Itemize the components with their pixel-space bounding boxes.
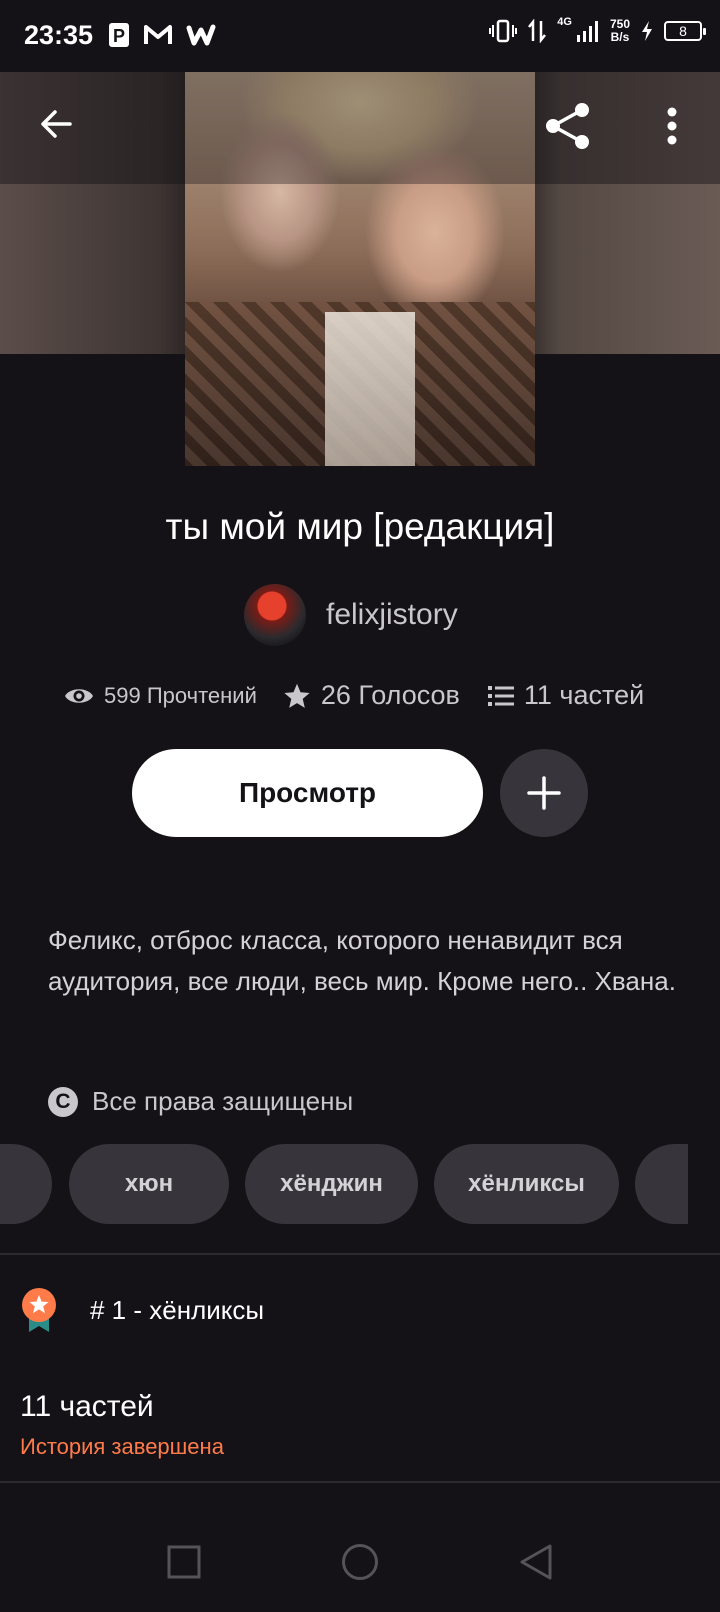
data-transfer-icon bbox=[528, 19, 547, 43]
tag-chip-partial[interactable] bbox=[0, 1144, 52, 1224]
parts-stat: 11 частей bbox=[487, 680, 645, 711]
status-bar: 23:35 P 4G 750 B/s 8 bbox=[0, 0, 720, 72]
system-nav-bar bbox=[0, 1512, 720, 1612]
network-speed-unit: B/s bbox=[610, 30, 630, 44]
read-button[interactable]: Просмотр bbox=[132, 749, 483, 837]
votes-count: 26 Голосов bbox=[320, 680, 460, 710]
recents-icon[interactable] bbox=[167, 1545, 201, 1579]
parking-icon: P bbox=[109, 23, 129, 47]
parts-count: 11 частей bbox=[523, 680, 645, 710]
tag-chip[interactable]: хюн bbox=[69, 1144, 229, 1224]
more-options-button[interactable] bbox=[646, 98, 698, 154]
author-name[interactable]: felixjistory bbox=[326, 598, 458, 632]
reads-count: 599 Прочтений bbox=[104, 682, 257, 708]
network-speed: 750 B/s bbox=[610, 18, 630, 44]
ranking-text: # 1 - хёнликсы bbox=[90, 1294, 265, 1325]
story-stats: 599 Прочтений 26 Голосов 11 частей bbox=[64, 680, 664, 711]
charging-icon bbox=[642, 21, 652, 41]
story-title: ты мой мир [редакция] bbox=[165, 506, 555, 547]
copyright-text: Все права защищены bbox=[92, 1086, 354, 1116]
status-time: 23:35 bbox=[24, 20, 94, 50]
share-icon bbox=[546, 103, 589, 149]
divider bbox=[0, 1481, 720, 1483]
tag-chip[interactable]: хёнджин bbox=[245, 1144, 418, 1224]
more-vertical-icon bbox=[667, 107, 677, 145]
tag-chip-partial[interactable] bbox=[635, 1144, 688, 1224]
vibrate-icon bbox=[489, 19, 518, 43]
story-description: Феликс, отброс класса, которого ненавиди… bbox=[48, 925, 676, 996]
gmail-icon bbox=[144, 25, 172, 44]
tag-chip[interactable]: хёнликсы bbox=[434, 1144, 619, 1224]
copyright-row: C Все права защищены bbox=[48, 1086, 353, 1117]
back-button[interactable] bbox=[30, 98, 82, 150]
story-status: История завершена bbox=[20, 1434, 224, 1459]
plus-icon bbox=[527, 776, 561, 810]
ranking-badge-icon bbox=[22, 1288, 56, 1332]
arrow-left-icon bbox=[41, 110, 72, 138]
author-link[interactable]: felixjistory bbox=[244, 584, 458, 646]
back-nav-icon[interactable] bbox=[519, 1543, 553, 1581]
reads-stat: 599 Прочтений bbox=[64, 683, 257, 709]
tag-list[interactable]: хюн хёнджин хёнликсы bbox=[0, 1144, 688, 1224]
status-indicators: 4G 750 B/s 8 bbox=[489, 16, 706, 44]
star-icon bbox=[284, 683, 310, 708]
author-avatar[interactable] bbox=[244, 584, 306, 646]
ranking-row[interactable]: # 1 - хёнликсы bbox=[20, 1286, 264, 1334]
add-to-library-button[interactable] bbox=[500, 749, 588, 837]
battery-indicator: 8 bbox=[664, 21, 706, 41]
cover-header-shade bbox=[185, 72, 535, 184]
network-type: 4G bbox=[557, 16, 572, 28]
eye-icon bbox=[65, 688, 93, 703]
copyright-icon: C bbox=[48, 1086, 78, 1117]
divider bbox=[0, 1253, 720, 1255]
wattpad-icon bbox=[186, 24, 216, 46]
parts-count-title[interactable]: 11 частей bbox=[20, 1390, 154, 1424]
share-button[interactable] bbox=[540, 98, 596, 154]
svg-text:P: P bbox=[113, 26, 125, 46]
status-app-icons: P bbox=[108, 22, 216, 48]
signal-icon bbox=[576, 21, 598, 42]
home-icon[interactable] bbox=[341, 1543, 379, 1581]
votes-stat: 26 Голосов bbox=[283, 680, 460, 711]
list-icon bbox=[487, 685, 514, 706]
